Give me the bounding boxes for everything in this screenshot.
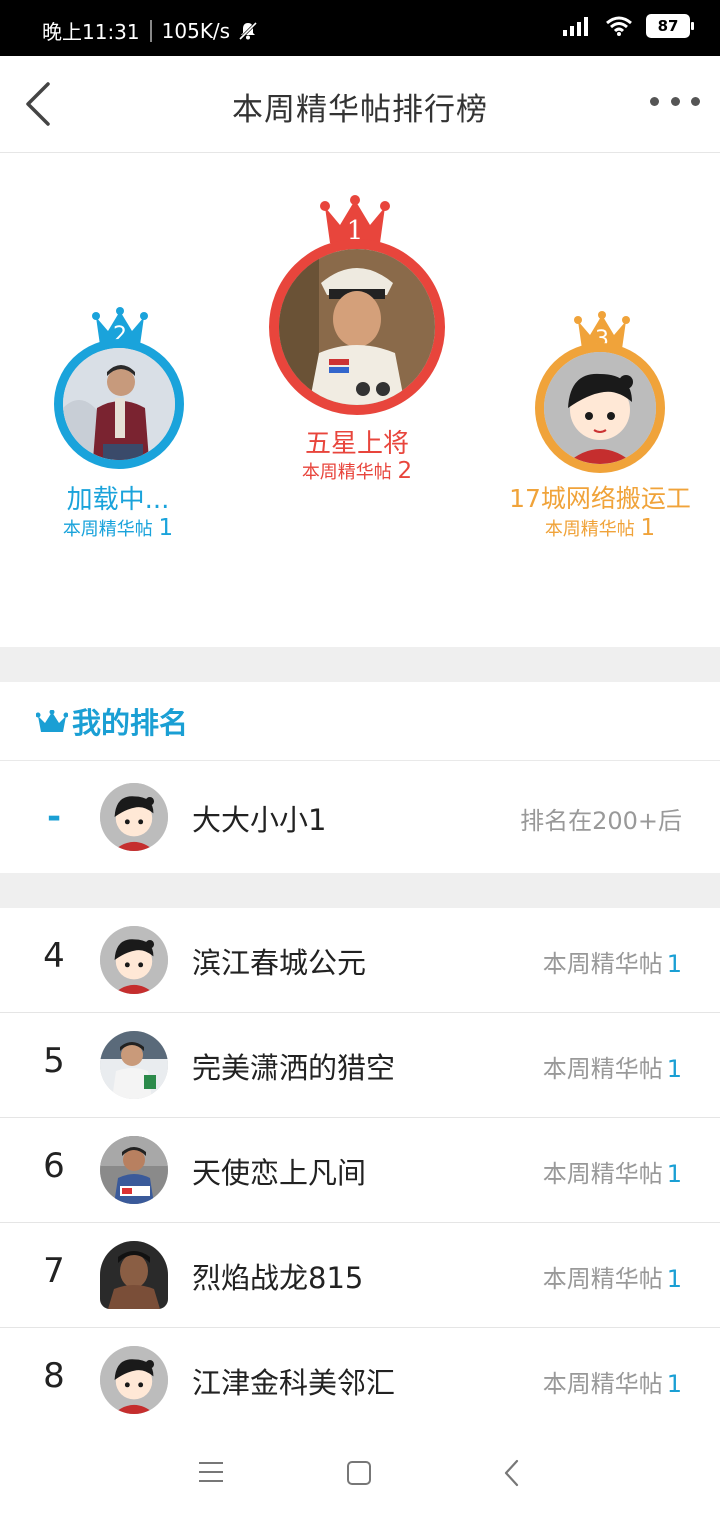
back-icon[interactable]: [502, 1458, 522, 1488]
post-count: 本周精华帖 1: [543, 1259, 682, 1294]
rank-number: -: [46, 797, 62, 837]
count-value: 1: [640, 515, 656, 541]
photo-portrait: [100, 1136, 168, 1204]
avatar: [100, 1136, 168, 1204]
user-name: 大大小小1: [192, 803, 327, 837]
dot: [670, 96, 680, 106]
avatar: [100, 1346, 168, 1414]
crown-icon: [36, 710, 68, 732]
list-item[interactable]: 8 江津金科美邻汇 本周精华帖 1: [0, 1328, 720, 1424]
avatar: [100, 1031, 168, 1099]
post-count: 本周精华帖 1: [543, 1049, 682, 1084]
list-item[interactable]: 4 滨江春城公元 本周精华帖 1: [0, 908, 720, 1013]
rank-number: 5: [43, 1041, 65, 1081]
dot: [650, 96, 659, 106]
list-item[interactable]: 5 完美潇洒的猎空 本周精华帖 1: [0, 1013, 720, 1118]
count-label: 本周精华帖: [62, 519, 153, 540]
post-count: 本周精华帖 1: [543, 1154, 682, 1189]
photo-portrait: [63, 348, 175, 460]
podium-second[interactable]: 2 加载中... 本周精华帖 1: [0, 153, 240, 647]
status-separator: [149, 19, 152, 42]
rank-note: 排名在200+后: [520, 807, 682, 835]
photo-portrait: [279, 249, 435, 405]
status-left: 晚上11:31 105K/s: [42, 16, 258, 45]
podium-count: 本周精华帖 1: [0, 515, 236, 541]
photo-portrait: [100, 1241, 168, 1309]
photo-portrait: [100, 1031, 168, 1099]
count-label: 本周精华帖: [542, 950, 663, 978]
rank-number: 4: [43, 936, 65, 976]
nav-bar: 本周精华帖排行榜: [0, 56, 720, 153]
avatar: [269, 239, 445, 415]
podium-name: 五星上将: [304, 429, 409, 459]
bell-muted-icon: [239, 21, 258, 40]
list-item[interactable]: 6 天使恋上凡间 本周精华帖 1: [0, 1118, 720, 1223]
my-rank-header: 我的排名: [0, 682, 720, 761]
status-time: 晚上11:31: [42, 20, 140, 44]
section-divider: [0, 873, 720, 908]
count-label: 本周精华帖: [542, 1160, 663, 1188]
home-icon[interactable]: [346, 1460, 372, 1486]
more-dots-icon[interactable]: [650, 86, 700, 116]
avatar: [535, 343, 665, 473]
user-name: 完美潇洒的猎空: [192, 1051, 396, 1085]
default-avatar: [100, 1346, 168, 1414]
avatar: [100, 926, 168, 994]
default-avatar: [544, 352, 656, 464]
count-value: 2: [397, 458, 413, 484]
post-count: 本周精华帖 1: [543, 1364, 682, 1399]
count-label: 本周精华帖: [544, 519, 635, 540]
my-rank-title: 我的排名: [72, 706, 189, 740]
rank-number: 8: [43, 1356, 65, 1396]
count-label: 本周精华帖: [542, 1265, 663, 1293]
avatar: [100, 1241, 168, 1309]
count-value: 1: [158, 515, 174, 541]
section-divider: [0, 647, 720, 682]
count-label: 本周精华帖: [542, 1370, 663, 1398]
default-avatar: [100, 926, 168, 994]
user-name: 江津金科美邻汇: [192, 1366, 396, 1400]
podium-name: 17城网络搬运工: [509, 484, 691, 513]
wifi-icon: [606, 16, 632, 36]
menu-icon[interactable]: [198, 1460, 224, 1484]
post-count: 本周精华帖 1: [543, 944, 682, 979]
top-three-podium: 2 加载中... 本周精华帖 1 1 五星上将 本周精华帖 2 3 17城网络搬…: [0, 153, 720, 647]
podium-third[interactable]: 3 17城网络搬运工 本周精华帖 1: [480, 153, 720, 647]
count-value: 1: [666, 1160, 682, 1188]
user-name: 烈焰战龙815: [192, 1261, 364, 1295]
rank-number: 7: [43, 1251, 65, 1291]
count-label: 本周精华帖: [301, 462, 392, 483]
default-avatar: [100, 783, 168, 851]
status-speed: 105K/s: [161, 18, 231, 43]
count-label: 本周精华帖: [542, 1055, 663, 1083]
user-name: 天使恋上凡间: [192, 1156, 367, 1190]
count-value: 1: [666, 950, 682, 978]
podium-first[interactable]: 1 五星上将 本周精华帖 2: [240, 153, 480, 647]
count-value: 1: [666, 1370, 682, 1398]
status-right: 87: [562, 14, 694, 38]
podium-name: 加载中...: [66, 485, 170, 515]
dot: [691, 96, 700, 106]
avatar: [54, 339, 184, 469]
page-title: 本周精华帖排行榜: [232, 92, 488, 128]
my-rank-row[interactable]: - 大大小小1 排名在200+后: [0, 761, 720, 873]
list-item[interactable]: 7 烈焰战龙815 本周精华帖 1: [0, 1223, 720, 1328]
avatar: [100, 783, 168, 851]
system-nav-bar: [0, 1424, 720, 1520]
podium-count: 本周精华帖 2: [240, 458, 474, 484]
podium-count: 本周精华帖 1: [480, 515, 720, 541]
signal-icon: [563, 17, 588, 36]
battery-indicator: 87: [646, 14, 694, 38]
count-value: 1: [666, 1055, 682, 1083]
rank-number: 6: [43, 1146, 65, 1186]
count-value: 1: [666, 1265, 682, 1293]
status-bar: 晚上11:31 105K/s 87: [0, 0, 720, 56]
user-name: 滨江春城公元: [192, 946, 367, 980]
